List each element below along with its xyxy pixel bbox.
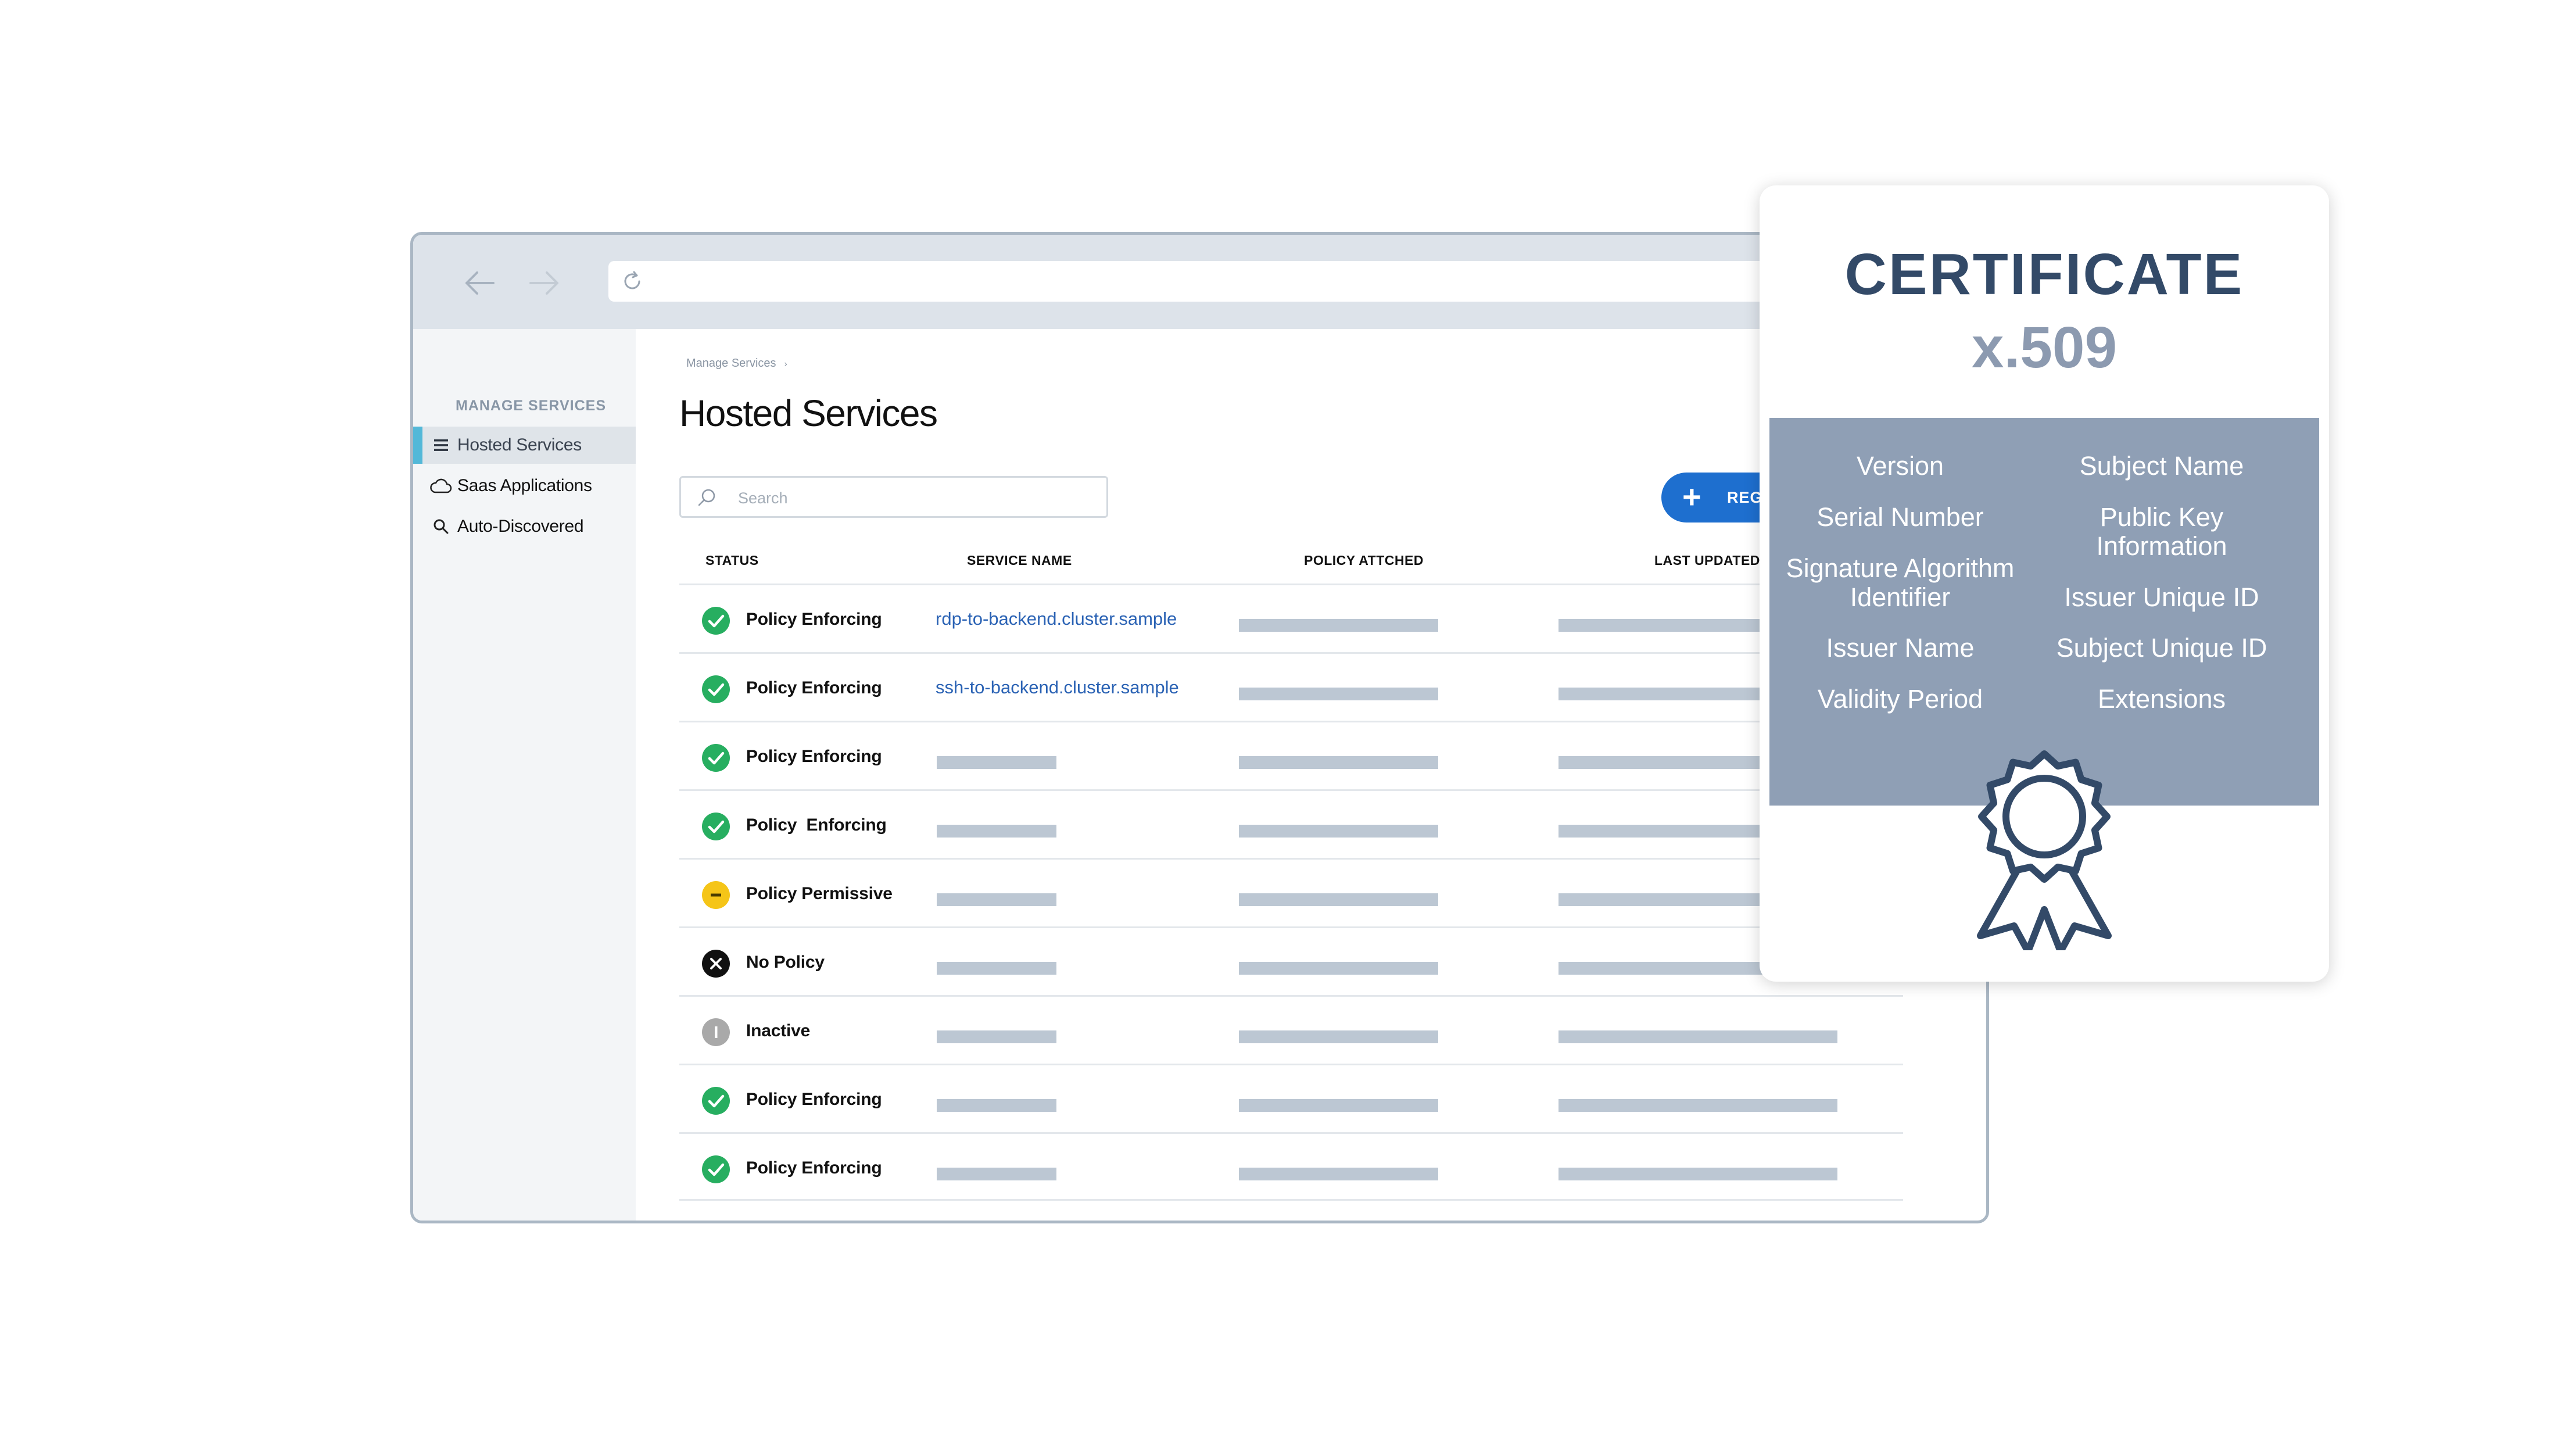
table-row[interactable]: Policy Permissive [679,858,1903,926]
service-name-link[interactable]: rdp-to-backend.cluster.sample [936,609,1177,629]
column-header-policy-attached[interactable]: POLICY ATTCHED [1304,553,1424,568]
sidebar-item-hosted-services[interactable]: Hosted Services [413,427,636,464]
service-name-placeholder [937,1099,1056,1112]
last-updated-placeholder [1559,1099,1837,1112]
policy-placeholder [1239,688,1438,700]
forward-arrow-icon[interactable] [524,263,564,303]
cert-field-extensions: Extensions [2097,684,2226,714]
certificate-subtitle: x.509 [1971,315,2118,380]
policy-placeholder [1239,619,1438,632]
table-row[interactable]: Policy Enforcing [679,1132,1903,1201]
services-table: Policy Enforcing rdp-to-backend.cluster.s… [679,584,1903,1201]
register-button-label: REG [1727,489,1763,506]
policy-placeholder [1239,756,1438,769]
minus-circle-icon [701,881,730,910]
cert-field-issuer-name: Issuer Name [1826,633,1975,663]
status-label: Inactive [746,1021,811,1040]
search-icon [429,515,453,538]
sidebar-item-label: Saas Applications [457,476,592,495]
cert-field-public-key-info: Public Key Information [2096,502,2227,561]
last-updated-placeholder [1559,1030,1837,1043]
cert-field-signature-algorithm: Signature Algorithm Identifier [1786,553,2015,612]
check-circle-icon [701,606,730,635]
service-name-placeholder [937,1030,1056,1043]
browser-window: MANAGE SERVICES Hosted Services Saas App… [410,232,1989,1223]
sidebar-heading: MANAGE SERVICES [456,398,607,414]
sidebar-item-label: Auto-Discovered [457,517,584,536]
column-header-service-name[interactable]: SERVICE NAME [967,553,1072,568]
table-row[interactable]: No Policy [679,926,1903,995]
cloud-icon [429,474,453,498]
info-circle-icon [701,1018,730,1047]
service-name-placeholder [937,962,1056,975]
service-name-link[interactable]: ssh-to-backend.cluster.sample [936,677,1179,698]
back-arrow-icon[interactable] [460,263,500,303]
table-row[interactable]: Policy Enforcing [679,1064,1903,1132]
status-label: Policy Permissive [746,884,893,903]
status-label: Policy Enforcing [746,678,882,697]
check-circle-icon [701,743,730,772]
breadcrumb[interactable]: Manage Services › [686,357,787,370]
check-circle-icon [701,675,730,704]
service-name-placeholder [937,825,1056,838]
policy-placeholder [1239,1099,1438,1112]
service-name-placeholder [937,756,1056,769]
refresh-icon[interactable] [620,269,644,294]
column-header-last-updated[interactable]: LAST UPDATED [1654,553,1760,568]
sidebar-item-auto-discovered[interactable]: Auto-Discovered [413,508,636,545]
status-label: Policy Enforcing [746,815,887,835]
status-label: Policy Enforcing [746,747,882,766]
status-label: Policy Enforcing [746,1090,882,1109]
service-name-placeholder [937,1168,1056,1180]
check-circle-icon [701,812,730,841]
breadcrumb-link[interactable]: Manage Services [686,357,776,370]
cert-field-version: Version [1856,451,1944,481]
cert-field-validity-period: Validity Period [1817,684,1983,714]
policy-placeholder [1239,893,1438,906]
search-placeholder: Search [738,489,788,507]
cert-field-subject-unique-id: Subject Unique ID [2056,633,2267,663]
search-icon [696,486,718,509]
cert-field-subject-name: Subject Name [2079,451,2244,481]
status-label: Policy Enforcing [746,1158,882,1178]
certificate-card: CERTIFICATE x.509 Version Serial Number … [1760,185,2329,982]
status-label: No Policy [746,953,825,972]
table-row[interactable]: Policy Enforcing [679,789,1903,858]
policy-placeholder [1239,1030,1438,1043]
list-icon [429,434,453,457]
table-row[interactable]: Policy Enforcing ssh-to-backend.cluster.s… [679,652,1903,721]
sidebar-item-saas-applications[interactable]: Saas Applications [413,467,636,504]
table-row[interactable]: Policy Enforcing rdp-to-backend.cluster.s… [679,584,1903,652]
certificate-title: CERTIFICATE [1844,242,2244,307]
table-row[interactable]: Policy Enforcing [679,721,1903,789]
cert-field-issuer-unique-id: Issuer Unique ID [2064,582,2259,612]
sidebar: MANAGE SERVICES Hosted Services Saas App… [413,329,636,1221]
award-ribbon-icon [1963,741,2126,955]
column-header-status[interactable]: STATUS [705,553,759,568]
table-row[interactable]: Inactive [679,995,1903,1064]
policy-placeholder [1239,825,1438,838]
search-input[interactable]: Search [679,476,1108,518]
service-name-placeholder [937,893,1056,906]
check-circle-icon [701,1086,730,1115]
policy-placeholder [1239,1168,1438,1180]
check-circle-icon [701,1155,730,1184]
sidebar-item-label: Hosted Services [457,435,582,454]
policy-placeholder [1239,962,1438,975]
last-updated-placeholder [1559,1168,1837,1180]
page-title: Hosted Services [679,392,938,434]
status-label: Policy Enforcing [746,610,882,629]
x-circle-icon [701,949,730,978]
plus-icon: + [1682,478,1701,515]
chevron-right-icon: › [784,359,787,369]
browser-toolbar [413,235,1986,329]
cert-field-serial-number: Serial Number [1817,502,1984,532]
